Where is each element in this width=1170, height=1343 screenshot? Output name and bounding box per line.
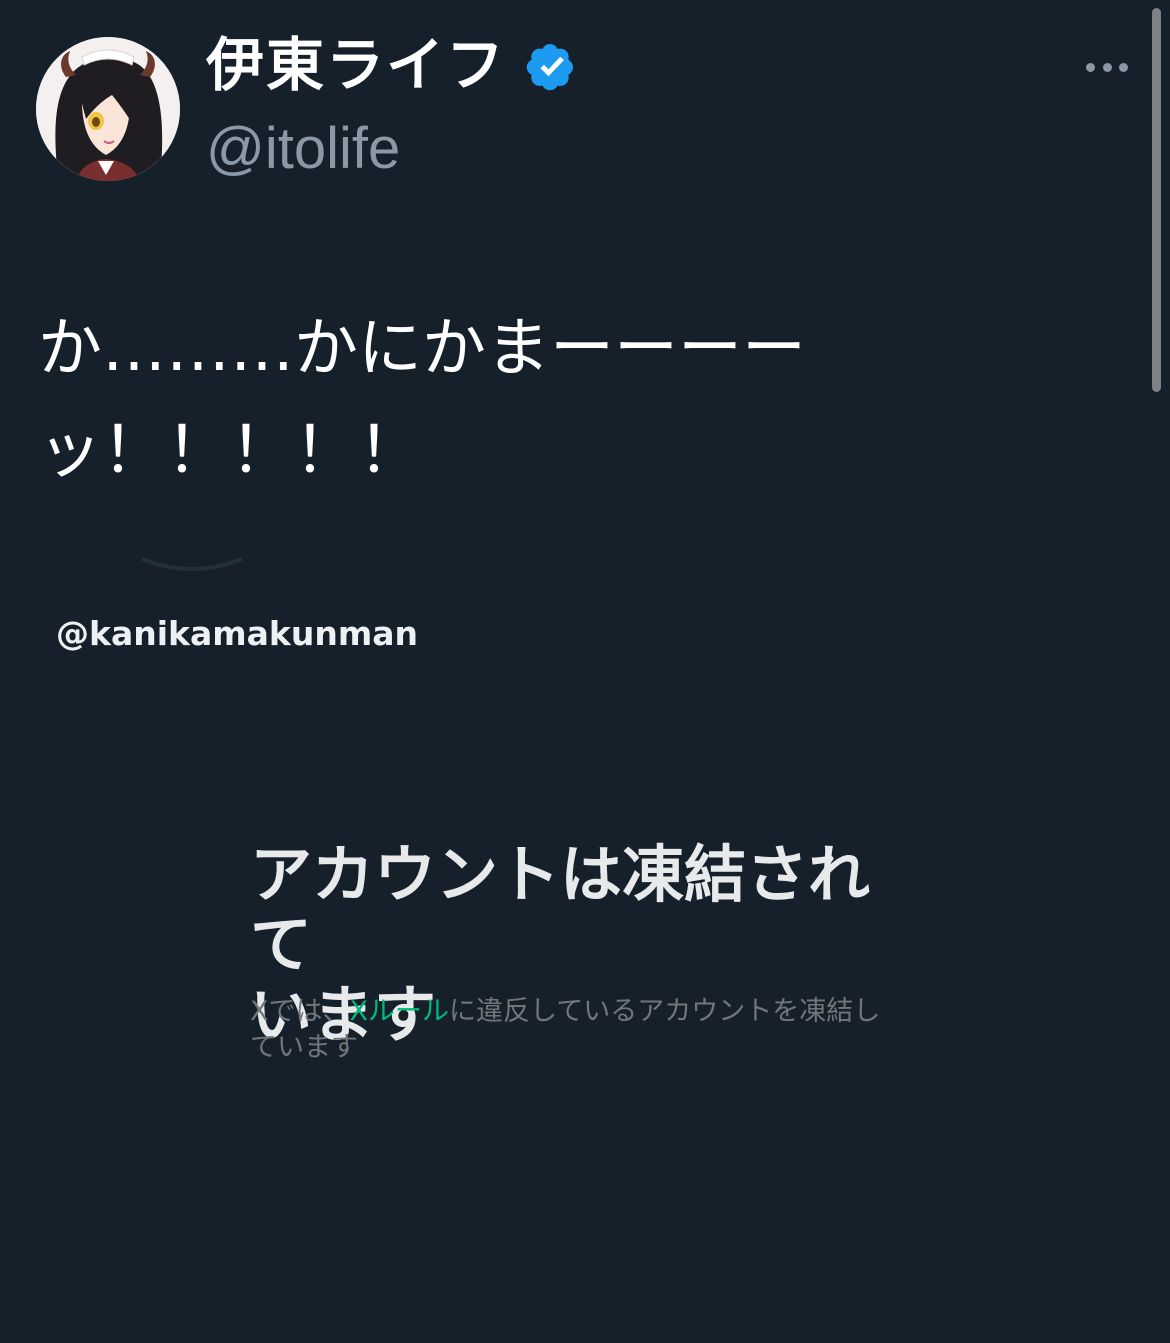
x-rules-link[interactable]: Xルール [350, 996, 450, 1027]
watermark-text: @kanikamakunman [56, 614, 418, 653]
avatar-arc [141, 557, 243, 571]
anime-girl-avatar-icon [36, 37, 180, 181]
desc-prefix: Xでは、 [250, 996, 350, 1027]
suspended-description: Xでは、Xルールに違反しているアカウントを凍結し ています [250, 994, 920, 1066]
more-dots-icon [1086, 62, 1095, 72]
suspended-title-line-1: アカウントは凍結されて [250, 838, 871, 981]
more-options-button[interactable] [1080, 54, 1134, 80]
suspended-description-line-1: Xでは、Xルールに違反しているアカウントを凍結し [250, 994, 920, 1030]
desc-suffix: に違反しているアカウントを凍結し [449, 996, 881, 1027]
avatar[interactable] [36, 37, 180, 181]
tweet-text-line-2: ッ！！！！！ [38, 414, 422, 488]
tweet-text-line-1: か………かにかまーーーー [38, 312, 806, 386]
scrollbar[interactable] [1152, 8, 1161, 392]
user-handle[interactable]: @itolife [206, 114, 400, 184]
verified-badge-icon [522, 36, 582, 96]
tweet-text: か………かにかまーーーー ッ！！！！！ [38, 298, 806, 502]
display-name[interactable]: 伊東ライフ [206, 30, 506, 100]
suspended-description-line-2: ています [250, 1032, 358, 1063]
